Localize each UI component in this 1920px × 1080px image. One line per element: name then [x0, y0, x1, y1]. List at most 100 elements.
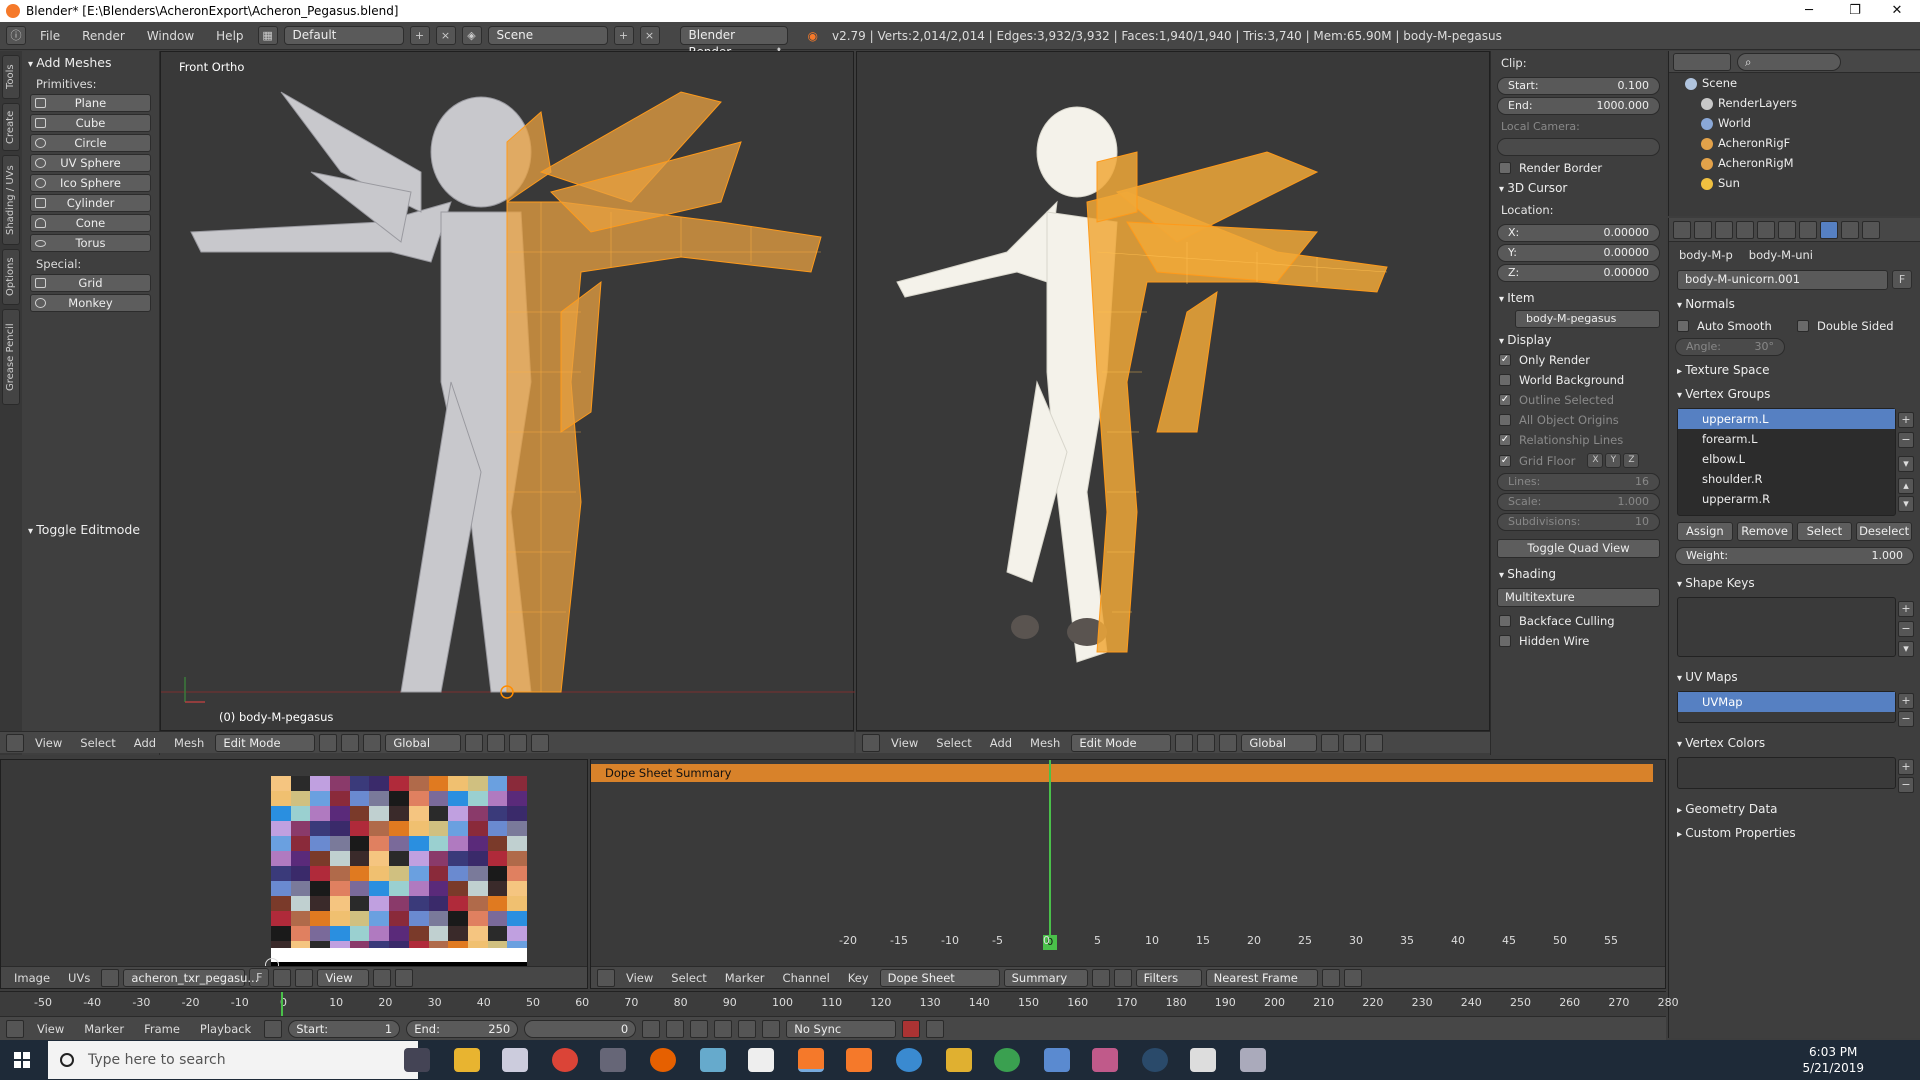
tab-shading-uvs[interactable]: Shading / UVs — [2, 155, 20, 245]
blender-taskbar-icon[interactable] — [846, 1048, 872, 1072]
edge-select-icon[interactable] — [509, 733, 528, 752]
list-item[interactable]: upperarm.R — [1678, 489, 1895, 509]
close-icon[interactable]: ✕ — [1874, 0, 1920, 22]
item-name-field[interactable]: body-M-pegasus — [1515, 310, 1660, 328]
app-icon[interactable] — [600, 1048, 626, 1072]
custom-properties-header[interactable]: Custom Properties — [1669, 821, 1920, 845]
menu-view[interactable]: View — [619, 971, 660, 985]
menu-select[interactable]: Select — [73, 736, 122, 750]
scene-icon[interactable]: ◈ — [461, 26, 482, 45]
outliner-item-acheronrigm[interactable]: AcheronRigM — [1669, 153, 1920, 173]
add-plane-button[interactable]: Plane — [30, 94, 151, 112]
tab-create[interactable]: Create — [2, 103, 20, 151]
add-monkey-button[interactable]: Monkey — [30, 294, 151, 312]
add-meshes-header[interactable]: Add Meshes — [22, 51, 159, 74]
outliner-item-world[interactable]: World — [1669, 113, 1920, 133]
constraints-tab-icon[interactable] — [1778, 221, 1796, 239]
remove-shape-key-icon[interactable]: − — [1898, 621, 1914, 637]
3d-cursor-header[interactable]: 3D Cursor — [1491, 178, 1666, 198]
axis-x-toggle[interactable]: X — [1587, 453, 1604, 468]
viewport-right[interactable] — [856, 51, 1490, 731]
texture-tab-icon[interactable] — [1862, 221, 1880, 239]
sync-selection-icon[interactable] — [395, 968, 414, 987]
app-icon[interactable] — [1190, 1048, 1216, 1072]
auto-snap-select[interactable]: Nearest Frame — [1205, 968, 1318, 987]
task-view-icon[interactable] — [404, 1048, 430, 1072]
shading-header[interactable]: Shading — [1491, 564, 1666, 584]
add-cube-button[interactable]: Cube — [30, 114, 151, 132]
menu-mesh[interactable]: Mesh — [167, 736, 211, 750]
menu-add[interactable]: Add — [983, 736, 1019, 750]
app-icon[interactable] — [946, 1048, 972, 1072]
menu-mesh[interactable]: Mesh — [1023, 736, 1067, 750]
render-border-toggle[interactable]: Render Border — [1491, 158, 1666, 178]
all-object-origins-checkbox[interactable]: All Object Origins — [1491, 410, 1666, 430]
menu-file[interactable]: File — [32, 29, 68, 43]
firefox-icon[interactable] — [650, 1048, 676, 1072]
weight-field[interactable]: Weight: 1.000 — [1675, 547, 1914, 565]
dope-sheet[interactable]: Dope Sheet Summary 0 -20 -15 -10 -5 0 5 10 15 20… — [590, 759, 1666, 989]
list-item[interactable]: forearm.L — [1678, 429, 1895, 449]
scene-tab-icon[interactable] — [1715, 221, 1733, 239]
outliner-search-input[interactable]: ⌕ — [1737, 52, 1841, 71]
mail-icon[interactable] — [502, 1048, 528, 1072]
add-vertex-color-icon[interactable]: + — [1898, 759, 1914, 775]
pivot-icon[interactable] — [373, 968, 392, 987]
add-cylinder-button[interactable]: Cylinder — [30, 194, 151, 212]
add-grid-button[interactable]: Grid — [30, 274, 151, 292]
file-explorer-icon[interactable] — [454, 1048, 480, 1072]
outline-selected-checkbox[interactable]: ✓ Outline Selected — [1491, 390, 1666, 410]
taskbar-clock[interactable]: 6:03 PM 5/21/2019 — [1802, 1044, 1864, 1076]
item-header[interactable]: Item — [1491, 288, 1666, 308]
menu-image[interactable]: Image — [7, 971, 57, 985]
list-item[interactable]: upperarm.L — [1678, 409, 1895, 429]
shading-mode-select[interactable]: Multitexture — [1497, 588, 1660, 607]
add-cone-button[interactable]: Cone — [30, 214, 151, 232]
render-engine-select[interactable]: Blender Render — [679, 26, 788, 61]
mesh-data-tab-icon[interactable] — [1820, 221, 1838, 239]
menu-window[interactable]: Window — [139, 29, 202, 43]
sync-select[interactable]: No Sync — [786, 1019, 897, 1038]
play-reverse-icon[interactable] — [690, 1019, 709, 1038]
add-torus-button[interactable]: Torus — [30, 234, 151, 252]
windows-start-icon[interactable] — [14, 1052, 30, 1068]
pivot-icon[interactable] — [1197, 733, 1216, 752]
vertex-select-icon[interactable] — [1343, 733, 1362, 752]
maximize-icon[interactable]: ❐ — [1832, 0, 1878, 22]
menu-marker[interactable]: Marker — [718, 971, 772, 985]
modifiers-tab-icon[interactable] — [1799, 221, 1817, 239]
fake-user-button[interactable]: F — [1892, 270, 1912, 289]
only-selected-icon[interactable] — [1091, 968, 1110, 987]
remove-uv-map-icon[interactable]: − — [1898, 711, 1914, 727]
layout-add-icon[interactable]: + — [409, 26, 430, 45]
prev-keyframe-icon[interactable] — [666, 1019, 685, 1038]
outliner-item-acheronrigf[interactable]: AcheronRigF — [1669, 133, 1920, 153]
list-item[interactable]: shoulder.R — [1678, 469, 1895, 489]
menu-marker[interactable]: Marker — [77, 1022, 131, 1036]
tab-options[interactable]: Options — [2, 249, 20, 305]
chrome-icon[interactable] — [552, 1048, 578, 1072]
remove-group-icon[interactable]: − — [1898, 432, 1914, 448]
uv-image-editor[interactable]: Image UVs acheron_txr_pegasu... F View — [0, 759, 588, 989]
clip-end-field[interactable]: End: 1000.000 — [1497, 97, 1660, 115]
show-hidden-icon[interactable] — [1113, 968, 1132, 987]
uv-maps-header[interactable]: UV Maps — [1669, 665, 1920, 689]
material-tab-icon[interactable] — [1841, 221, 1859, 239]
shading-icon[interactable] — [1175, 733, 1194, 752]
breadcrumb-mesh[interactable]: body-M-uni — [1749, 248, 1813, 262]
layout-select[interactable]: Default — [283, 26, 404, 45]
outliner-display-select[interactable] — [1673, 52, 1731, 71]
menu-uvs[interactable]: UVs — [61, 971, 97, 985]
image-unlink-icon[interactable] — [295, 968, 314, 987]
orientation-select[interactable]: Global — [1241, 733, 1318, 752]
scene-remove-icon[interactable]: × — [639, 26, 660, 45]
grid-floor-checkbox[interactable]: ✓ Grid Floor X Y Z — [1491, 450, 1666, 471]
editor-type-icon[interactable] — [862, 733, 880, 752]
add-shape-key-icon[interactable]: + — [1898, 601, 1914, 617]
blender-taskbar-icon[interactable] — [798, 1048, 824, 1072]
image-name-field[interactable]: acheron_txr_pegasu... — [123, 968, 258, 987]
menu-select[interactable]: Select — [929, 736, 978, 750]
cursor-y-field[interactable]: Y: 0.00000 — [1497, 244, 1660, 262]
texture-space-header[interactable]: Texture Space — [1669, 358, 1920, 382]
assign-button[interactable]: Assign — [1677, 522, 1733, 541]
